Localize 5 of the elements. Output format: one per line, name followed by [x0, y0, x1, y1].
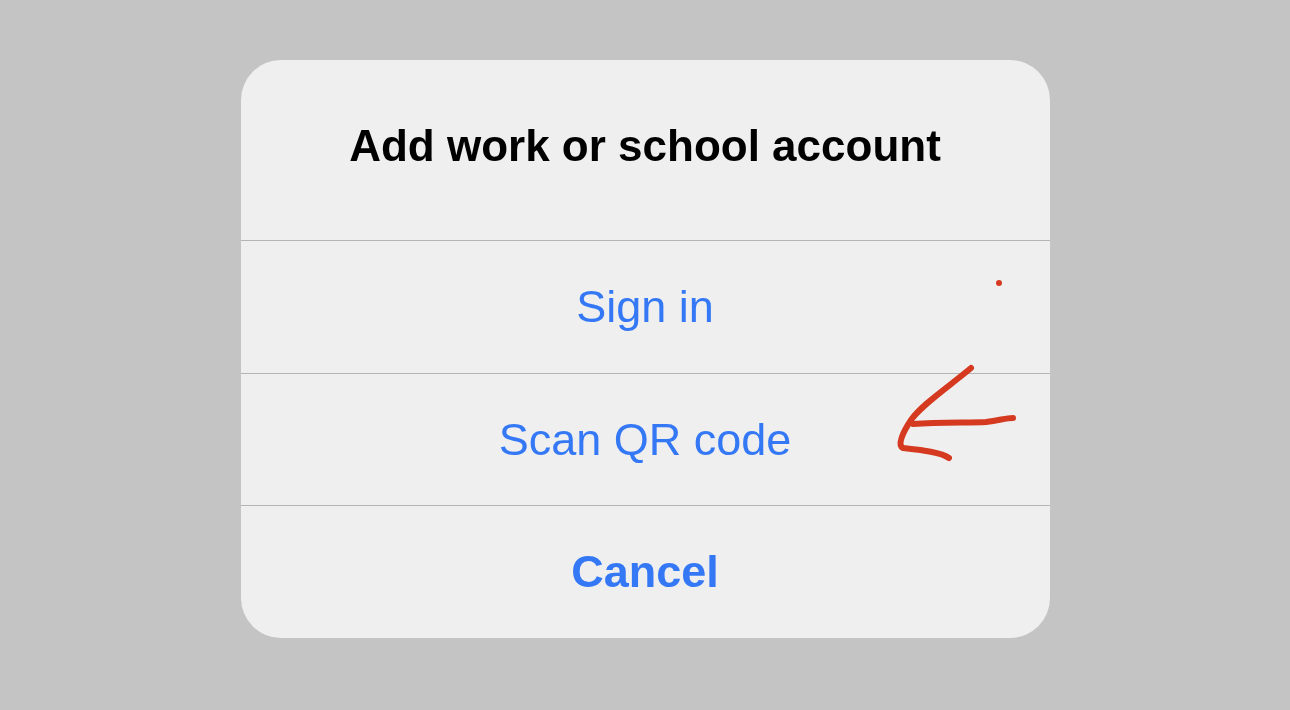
annotation-dot: [995, 280, 1002, 286]
cancel-button[interactable]: Cancel: [240, 505, 1050, 638]
action-button[interactable]: Scan QR code: [240, 372, 1050, 506]
action-button[interactable]: Sign in: [240, 240, 1050, 373]
dialog-title: Add work or school account: [349, 121, 941, 171]
